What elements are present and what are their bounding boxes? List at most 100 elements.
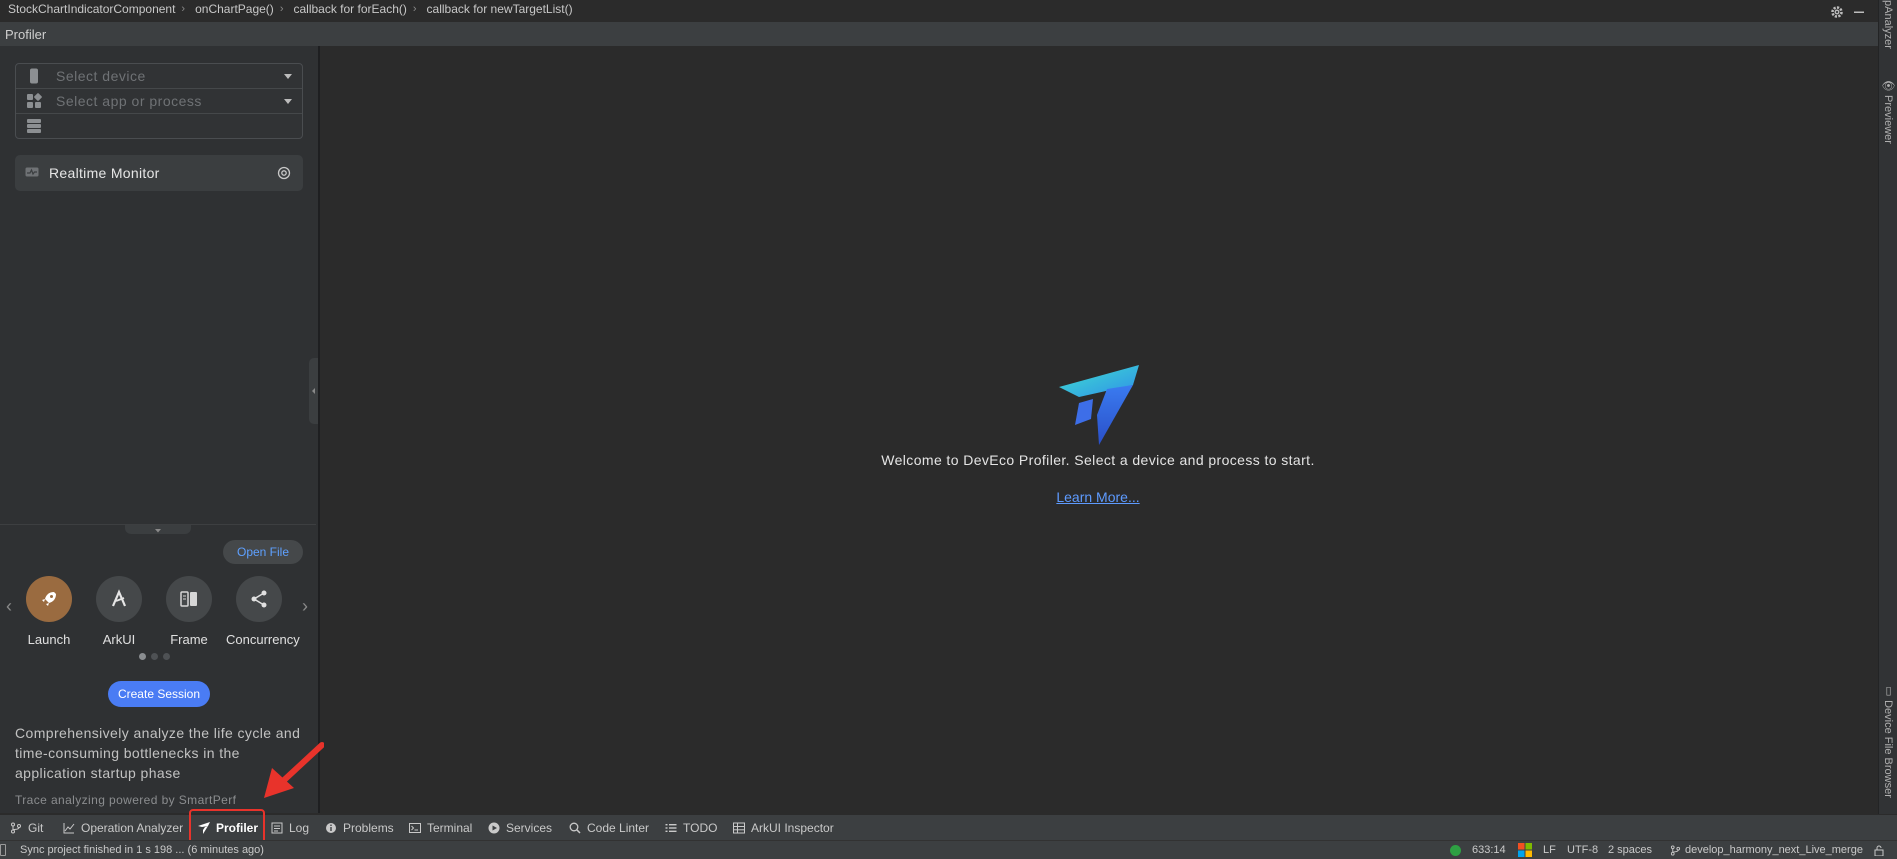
play-icon: [488, 822, 500, 834]
chevron-right-icon[interactable]: ›: [302, 596, 308, 617]
arkui-icon: [96, 576, 142, 622]
rocket-icon: [26, 576, 72, 622]
branch-icon: [10, 822, 22, 834]
tab-todo[interactable]: TODO: [665, 815, 717, 840]
carousel-dot-active[interactable]: [139, 653, 146, 660]
realtime-monitor-label: Realtime Monitor: [49, 165, 160, 181]
welcome-message: Welcome to DevEco Profiler. Select a dev…: [881, 452, 1315, 468]
tab-terminal[interactable]: Terminal: [409, 815, 472, 840]
windows-icon: [1518, 841, 1532, 859]
powered-by-text: Trace analyzing powered by SmartPerf: [15, 793, 237, 807]
linter-icon: [569, 822, 581, 834]
toolwindow-title: Profiler: [5, 26, 47, 42]
tool-launch[interactable]: Launch: [16, 576, 82, 647]
tool-frame[interactable]: Frame: [156, 576, 222, 647]
tool-arkui[interactable]: ArkUI: [86, 576, 152, 647]
monitor-icon: [25, 167, 39, 179]
chevron-right-icon: ›: [279, 2, 284, 15]
right-tool-stripe: pAnalyzer 👁︎ Previewer ▯ Device File Bro…: [1878, 0, 1897, 814]
file-encoding[interactable]: UTF-8: [1567, 841, 1598, 859]
tool-frame-label: Frame: [170, 632, 208, 647]
tab-arkui-inspector-label: ArkUI Inspector: [751, 820, 834, 835]
tab-problems-label: Problems: [343, 820, 394, 835]
info-icon: [325, 822, 337, 834]
indent-setting[interactable]: 2 spaces: [1608, 841, 1652, 859]
lock-icon[interactable]: [1874, 841, 1884, 859]
tab-services-label: Services: [506, 820, 553, 835]
tab-problems[interactable]: Problems: [325, 815, 394, 840]
open-file-button[interactable]: Open File: [223, 540, 303, 564]
stripe-tab-device-file-browser[interactable]: ▯ Device File Browser: [1882, 684, 1895, 798]
log-icon: [271, 822, 283, 834]
tab-operation-analyzer[interactable]: Operation Analyzer: [63, 815, 183, 840]
previewer-label: Previewer: [1882, 95, 1894, 144]
chevron-left-icon[interactable]: ‹: [6, 596, 12, 617]
status-ok-icon: [1450, 844, 1461, 856]
chevron-right-icon: ›: [412, 2, 417, 15]
learn-more-link[interactable]: Learn More...: [1050, 489, 1146, 505]
tab-arkui-inspector[interactable]: ArkUI Inspector: [733, 815, 834, 840]
phone-icon: ▯: [1882, 684, 1894, 701]
tool-concurrency[interactable]: Concurrency: [226, 576, 300, 647]
table-icon: [733, 822, 745, 834]
chevron-down-icon: [284, 98, 292, 104]
create-session-button[interactable]: Create Session: [108, 681, 210, 707]
git-branch-widget[interactable]: develop_harmony_next_Live_merge: [1670, 841, 1863, 859]
chevron-down-icon: [284, 73, 292, 79]
carousel-dot[interactable]: [151, 653, 158, 660]
phone-icon: [26, 68, 42, 84]
process-select[interactable]: Select app or process: [16, 88, 302, 113]
line-separator[interactable]: LF: [1543, 841, 1556, 859]
bottom-tool-bar: Git Operation Analyzer Profiler Log Prob…: [0, 814, 1897, 840]
profiler-sidebar: Select device Select app or process Real…: [0, 46, 320, 813]
data-source-select[interactable]: [16, 113, 302, 138]
breadcrumb-item[interactable]: onChartPage(): [195, 2, 274, 16]
git-branch-label: develop_harmony_next_Live_merge: [1685, 844, 1863, 856]
stripe-tab-previewer[interactable]: 👁︎ Previewer: [1882, 78, 1895, 144]
status-left-marker: [0, 841, 6, 859]
chart-line-icon: [63, 822, 75, 834]
target-icon[interactable]: [277, 166, 291, 180]
tab-code-linter[interactable]: Code Linter: [569, 815, 649, 840]
tab-services[interactable]: Services: [488, 815, 552, 840]
device-select[interactable]: Select device: [16, 64, 302, 88]
splitter-handle[interactable]: [125, 525, 191, 534]
tool-arkui-label: ArkUI: [102, 632, 136, 647]
minimize-icon[interactable]: [1851, 4, 1867, 20]
tab-git-label: Git: [28, 820, 44, 835]
tool-concurrency-label: Concurrency: [226, 632, 300, 647]
realtime-monitor-item[interactable]: Realtime Monitor: [15, 155, 303, 191]
breadcrumb: StockChartIndicatorComponent › onChartPag…: [0, 0, 1888, 17]
caret-position[interactable]: 633:14: [1472, 841, 1506, 859]
device-select-placeholder: Select device: [56, 68, 146, 84]
eye-icon: 👁︎: [1882, 78, 1894, 96]
branch-icon: [1670, 844, 1681, 856]
stripe-tab-analyzer[interactable]: pAnalyzer: [1882, 0, 1894, 49]
status-message[interactable]: Sync project finished in 1 s 198 ... (6 …: [20, 841, 264, 859]
list-icon: [665, 822, 677, 834]
database-icon: [26, 118, 42, 134]
concurrency-icon: [236, 576, 282, 622]
terminal-icon: [409, 822, 421, 834]
breadcrumb-item[interactable]: StockChartIndicatorComponent: [8, 2, 175, 16]
status-indicator[interactable]: [1450, 841, 1461, 859]
toolwindow-header: Profiler: [0, 22, 1880, 46]
tab-operation-analyzer-label: Operation Analyzer: [81, 820, 184, 835]
sidebar-collapse-handle[interactable]: [309, 358, 318, 424]
annotation-arrow-icon: [264, 742, 324, 798]
tab-log-label: Log: [289, 820, 310, 835]
device-file-browser-label: Device File Browser: [1882, 700, 1894, 798]
tab-git[interactable]: Git: [10, 815, 43, 840]
breadcrumb-item[interactable]: callback for forEach(): [293, 2, 406, 16]
status-bar: Sync project finished in 1 s 198 ... (6 …: [0, 840, 1897, 859]
breadcrumb-item[interactable]: callback for newTargetList(): [427, 2, 573, 16]
chevron-right-icon: ›: [181, 2, 186, 15]
deveco-profiler-logo: [1055, 363, 1141, 447]
gear-icon[interactable]: [1829, 4, 1845, 20]
apps-icon: [26, 93, 42, 109]
tool-launch-label: Launch: [27, 632, 71, 647]
tab-todo-label: TODO: [683, 820, 718, 835]
carousel-dot[interactable]: [163, 653, 170, 660]
tab-terminal-label: Terminal: [427, 820, 473, 835]
tab-log[interactable]: Log: [271, 815, 309, 840]
